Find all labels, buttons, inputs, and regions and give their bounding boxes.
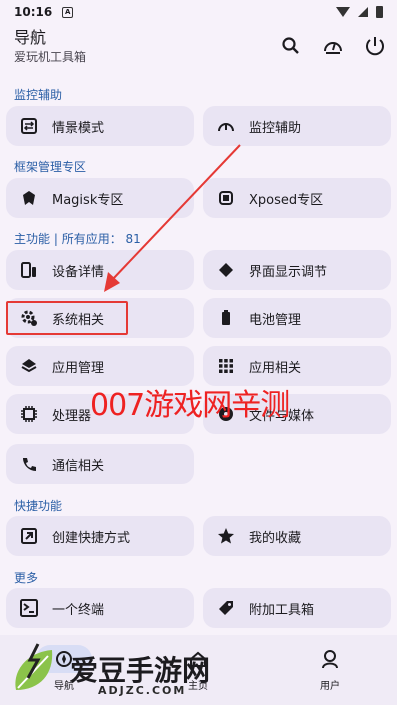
user-icon <box>302 645 358 673</box>
annotation-arrow <box>104 144 241 292</box>
nav-user-label: 用户 <box>320 681 340 692</box>
site-logo-text: 爱豆手游网 <box>70 654 211 687</box>
watermark-text: 007游戏网辛测 <box>90 388 290 423</box>
site-logo-watermark: 爱豆手游网 ADJZC.COM <box>8 640 210 698</box>
site-logo-url: ADJZC.COM <box>98 684 187 697</box>
nav-tab-user[interactable]: 用户 <box>290 645 370 692</box>
leaf-logo-icon <box>15 643 53 690</box>
